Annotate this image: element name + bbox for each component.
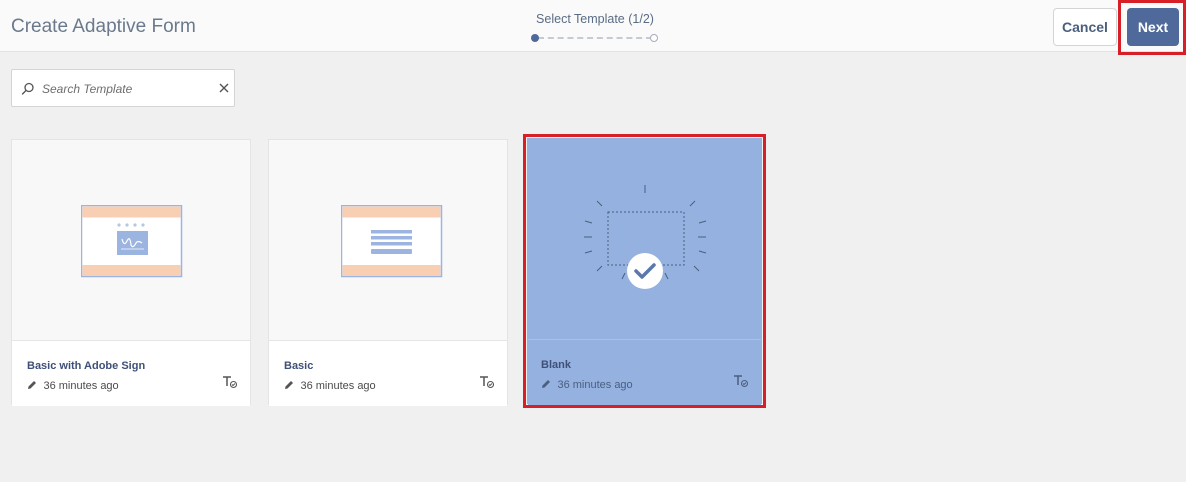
wizard-step-label: Select Template (1/2)	[536, 12, 654, 26]
close-icon[interactable]	[217, 81, 231, 95]
template-name: Basic	[284, 360, 314, 372]
template-thumbnail	[269, 140, 507, 340]
search-icon	[21, 82, 34, 95]
pencil-icon	[285, 381, 293, 389]
form-with-signature-icon	[81, 205, 183, 278]
template-info: Basic with Adobe Sign 36 minutes ago	[12, 340, 250, 406]
modified-row: 36 minutes ago	[284, 376, 376, 392]
search-input[interactable]	[42, 78, 202, 100]
page-title: Create Adaptive Form	[11, 16, 196, 37]
template-info: Basic 36 minutes ago	[269, 340, 507, 406]
cancel-button[interactable]: Cancel	[1053, 8, 1117, 46]
template-card-basic[interactable]: Basic 36 minutes ago	[268, 139, 508, 406]
wizard-step-indicator	[530, 33, 660, 43]
step-1-dot	[531, 34, 539, 42]
search-template-field[interactable]	[11, 69, 235, 107]
modified-time: 36 minutes ago	[300, 380, 376, 392]
template-card-basic-with-adobe-sign[interactable]: Basic with Adobe Sign 36 minutes ago	[11, 139, 251, 406]
basic-form-icon	[341, 205, 443, 278]
next-button[interactable]: Next	[1127, 8, 1179, 46]
template-type-icon	[480, 376, 495, 389]
selected-template-highlight	[523, 134, 766, 408]
modified-row: 36 minutes ago	[27, 376, 119, 392]
template-thumbnail	[12, 140, 250, 340]
modified-time: 36 minutes ago	[43, 380, 119, 392]
step-progress-track	[538, 37, 652, 39]
top-bar: Create Adaptive Form Select Template (1/…	[0, 0, 1186, 55]
template-type-icon	[223, 376, 238, 389]
step-2-dot	[650, 34, 658, 42]
pencil-icon	[28, 381, 36, 389]
template-name: Basic with Adobe Sign	[27, 360, 146, 372]
